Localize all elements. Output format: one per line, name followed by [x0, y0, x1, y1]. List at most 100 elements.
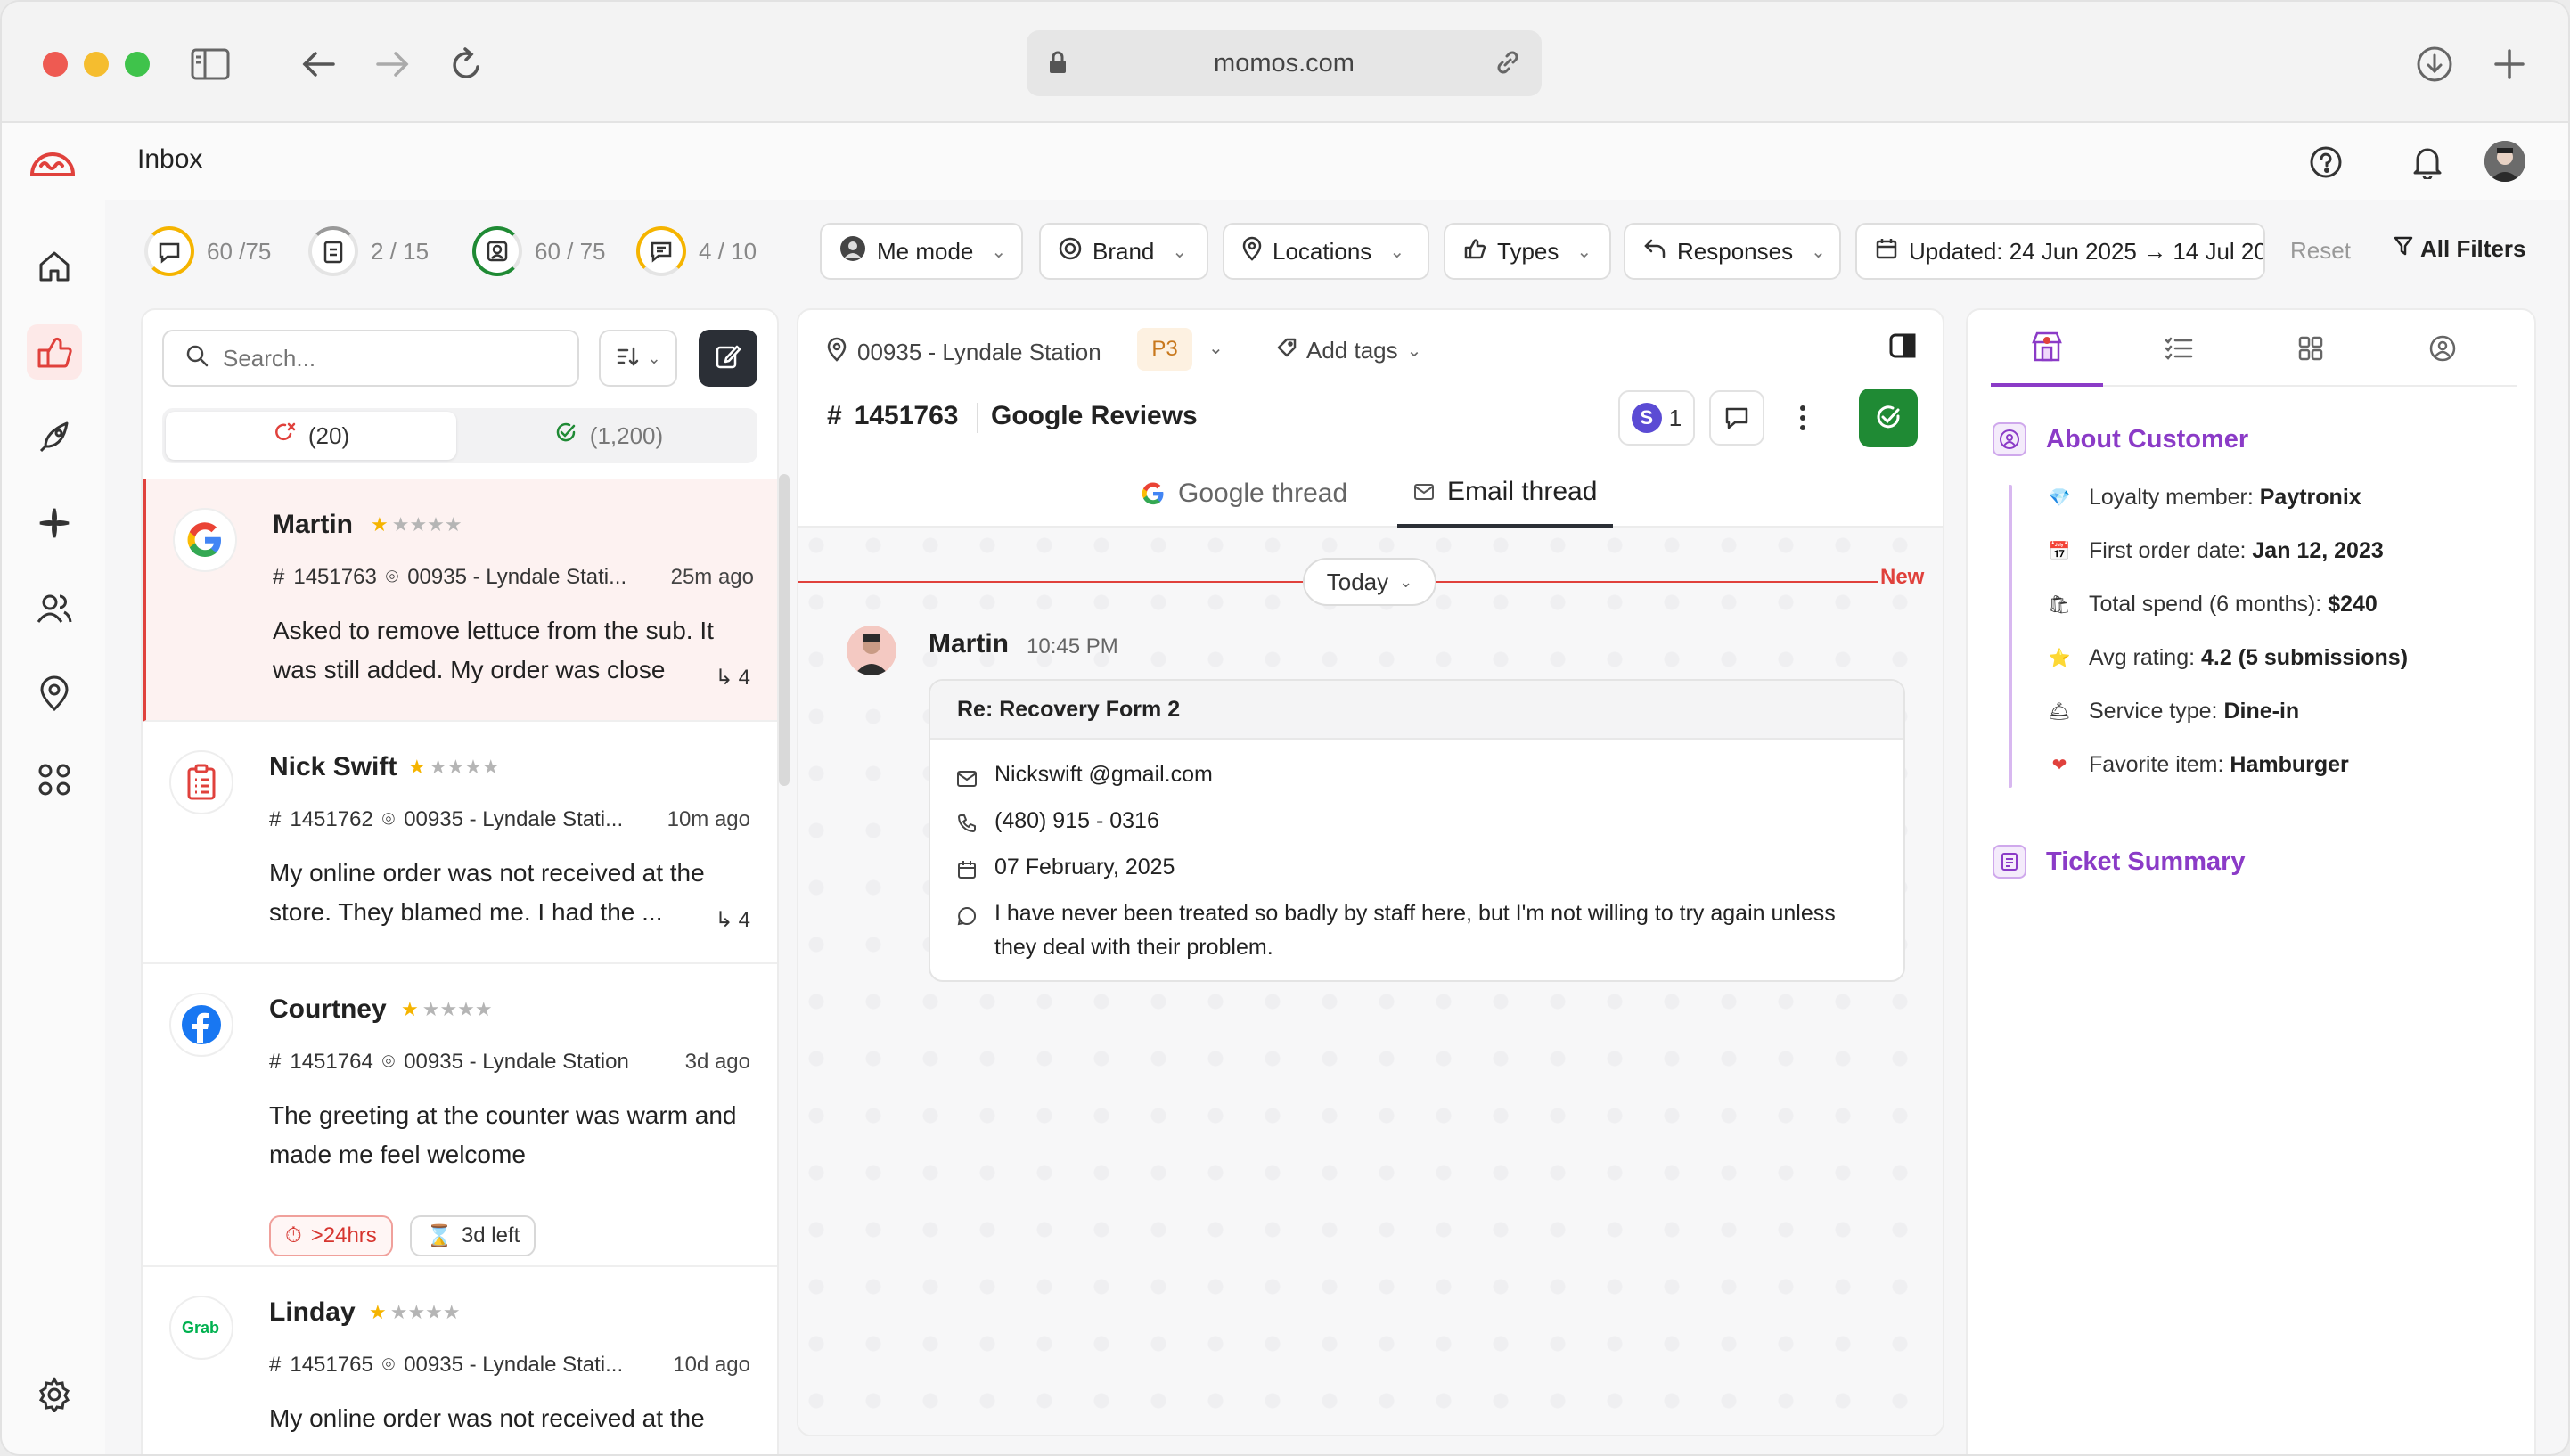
- ticket-summary-title: Ticket Summary: [2046, 847, 2246, 876]
- ticket-list-item[interactable]: Martin ★ ★★★★ #1451763 ⌾ 00935 - Lyndale …: [143, 479, 777, 722]
- more-options-button[interactable]: [1775, 390, 1830, 446]
- responses-filter[interactable]: Responses ⌄: [1624, 223, 1841, 280]
- download-icon[interactable]: [2411, 41, 2458, 87]
- maximize-window-button[interactable]: [125, 52, 150, 77]
- customer-panel: About Customer 💎 Loyalty member: Paytron…: [1966, 308, 2536, 1454]
- priority-chevron-down-icon[interactable]: ⌄: [1208, 337, 1224, 359]
- heart-icon: ❤: [2051, 756, 2067, 775]
- assignee-button[interactable]: S 1: [1618, 390, 1695, 446]
- sort-button[interactable]: ⌄: [599, 330, 677, 387]
- search-input[interactable]: [223, 344, 544, 372]
- back-arrow-icon[interactable]: [296, 41, 342, 87]
- me-mode-filter[interactable]: Me mode ⌄: [820, 223, 1023, 280]
- message-author-name: Martin: [929, 629, 1009, 658]
- ticket-list-item[interactable]: Grab Linday ★ ★★★★ #1451765 ⌾ 00935 - Lyn…: [143, 1267, 777, 1454]
- list-scrollbar[interactable]: [779, 474, 790, 786]
- priority-badge[interactable]: P3: [1137, 328, 1192, 371]
- nav-settings-gear-icon[interactable]: [27, 1367, 82, 1422]
- new-tab-icon[interactable]: [2486, 41, 2533, 87]
- browser-window: momos.com Inbox 60 /75 2 / 15 60 / 75 4 …: [0, 0, 2570, 1456]
- date-range-filter[interactable]: Updated: 24 Jun 2025 → 14 Jul 2025: [1855, 223, 2265, 280]
- user-avatar[interactable]: [2484, 141, 2525, 182]
- forms-ring-icon: [308, 226, 358, 276]
- ticket-location: 00935 - Lyndale Stati...: [404, 807, 624, 831]
- all-filters-button[interactable]: All Filters: [2394, 235, 2525, 263]
- new-messages-label: New: [1880, 565, 1925, 589]
- nav-users-icon[interactable]: [27, 581, 82, 636]
- tab-checklist-icon[interactable]: [2123, 310, 2235, 387]
- ticket-summary-header[interactable]: Ticket Summary: [1993, 845, 2246, 879]
- tab-customer-store-icon[interactable]: [1991, 310, 2103, 387]
- stat-surveys[interactable]: 60 / 75: [472, 225, 606, 278]
- ticket-list-item[interactable]: Courtney ★ ★★★★ #1451764 ⌾ 00935 - Lyndal…: [143, 964, 777, 1267]
- nav-location-pin-icon[interactable]: [27, 667, 82, 722]
- date-separator-pill[interactable]: Today ⌄: [1303, 558, 1436, 606]
- diamond-icon: 💎: [2048, 488, 2071, 508]
- resolve-check-icon: [1877, 405, 1900, 429]
- resolved-check-icon: [554, 421, 577, 451]
- ticket-channel-title: Google Reviews: [991, 401, 1198, 430]
- resolved-tickets-tab[interactable]: (1,200): [463, 412, 754, 460]
- tab-grid-icon[interactable]: [2255, 310, 2367, 387]
- reset-filters-link[interactable]: Reset: [2290, 237, 2351, 265]
- forward-arrow-icon[interactable]: [369, 41, 415, 87]
- email-date-row: 07 February, 2025: [957, 850, 1875, 889]
- favorite-item-label: Favorite item:: [2089, 752, 2224, 777]
- edit-pencil-icon: [715, 343, 741, 374]
- ticket-id: 1451764: [290, 1050, 373, 1074]
- chevron-down-icon: ⌄: [1399, 572, 1413, 591]
- close-window-button[interactable]: [43, 52, 68, 77]
- link-icon[interactable]: [1494, 48, 1522, 84]
- customer-loyalty-row: 💎 Loyalty member: Paytronix: [2048, 485, 2361, 511]
- resolve-ticket-button[interactable]: [1859, 389, 1918, 447]
- ticket-location: 00935 - Lyndale Stati...: [407, 565, 627, 589]
- shopping-bag-icon: 🛍: [2048, 595, 2071, 615]
- nav-home-icon[interactable]: [27, 239, 82, 294]
- types-filter[interactable]: Types ⌄: [1444, 223, 1611, 280]
- search-field[interactable]: [162, 330, 579, 387]
- ticket-location-header[interactable]: 00935 - Lyndale Station: [827, 337, 1101, 368]
- summary-document-icon: [1993, 845, 2026, 879]
- minimize-window-button[interactable]: [84, 52, 109, 77]
- ticket-meta: #1451764 ⌾ 00935 - Lyndale Station 3d ag…: [269, 1050, 750, 1074]
- address-bar[interactable]: momos.com: [1027, 30, 1542, 96]
- nav-inbox-icon[interactable]: [27, 324, 82, 380]
- email-comment-row: I have never been treated so badly by st…: [957, 896, 1875, 964]
- reload-icon[interactable]: [444, 41, 490, 87]
- facebook-logo-icon: [169, 993, 233, 1057]
- ticket-preview: Asked to remove lettuce from the sub. It…: [273, 617, 714, 683]
- locations-filter[interactable]: Locations ⌄: [1223, 223, 1429, 280]
- comment-button[interactable]: [1709, 390, 1764, 446]
- location-pin-icon: ⌾: [381, 1353, 396, 1377]
- filter-funnel-icon: [2394, 235, 2413, 263]
- ticket-author: Nick Swift: [269, 752, 397, 781]
- sidebar-toggle-icon[interactable]: [187, 41, 233, 87]
- service-type-label: Service type:: [2089, 699, 2218, 724]
- customer-total-spend-row: 🛍 Total spend (6 months): $240: [2048, 592, 2378, 618]
- chevron-down-icon: ⌄: [1406, 341, 1422, 361]
- stat-reviews[interactable]: 60 /75: [144, 225, 271, 278]
- tab-profile-icon[interactable]: [2386, 310, 2499, 387]
- ticket-list-item[interactable]: Nick Swift ★ ★★★★ #1451762 ⌾ 00935 - Lynd…: [143, 722, 777, 964]
- brand-filter[interactable]: Brand ⌄: [1039, 223, 1208, 280]
- compose-button[interactable]: [699, 330, 757, 387]
- stat-forms[interactable]: 2 / 15: [308, 225, 429, 278]
- open-tickets-tab[interactable]: (20): [166, 412, 456, 460]
- stat-forms-value: 2 / 15: [371, 237, 430, 265]
- add-tags-button[interactable]: Add tags ⌄: [1276, 337, 1421, 364]
- notification-bell-icon[interactable]: [2406, 141, 2449, 184]
- browser-toolbar: momos.com: [2, 2, 2568, 123]
- about-customer-header[interactable]: About Customer: [1993, 422, 2248, 456]
- help-icon[interactable]: [2304, 141, 2347, 184]
- stat-messages[interactable]: 4 / 10: [636, 225, 757, 278]
- nav-ai-sparkle-icon[interactable]: [27, 495, 82, 551]
- tab-google-thread[interactable]: Google thread: [1125, 460, 1363, 528]
- customer-first-order-row: 📅 First order date: Jan 12, 2023: [2048, 538, 2384, 564]
- star-rating: ★ ★★★★: [401, 998, 493, 1020]
- nav-rocket-icon[interactable]: [27, 410, 82, 465]
- panel-toggle-icon[interactable]: [1889, 333, 1916, 363]
- nav-apps-grid-icon[interactable]: [27, 752, 82, 807]
- tab-email-thread[interactable]: Email thread: [1397, 460, 1614, 528]
- location-pin-icon: ⌾: [381, 807, 396, 831]
- momos-logo-icon[interactable]: [29, 144, 77, 184]
